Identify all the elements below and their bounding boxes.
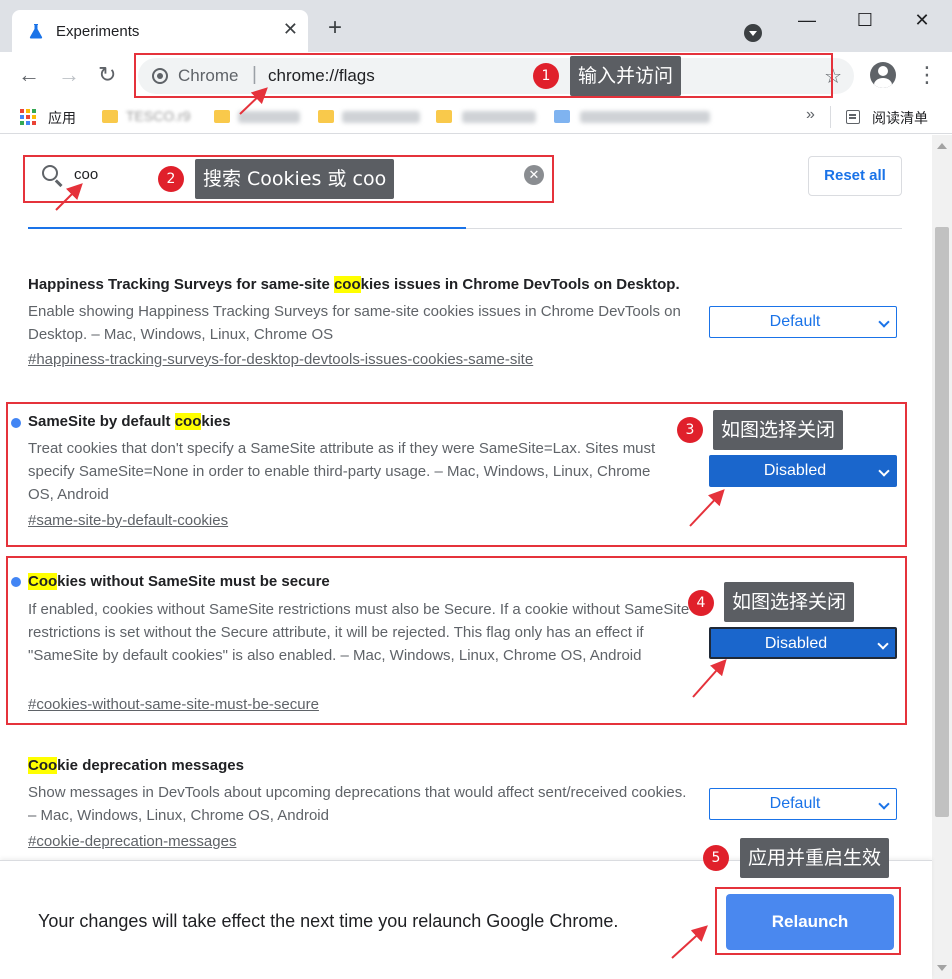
annotation-label: 输入并访问 — [570, 56, 682, 96]
chevron-down-icon — [878, 316, 890, 328]
reading-list-icon[interactable] — [846, 110, 860, 124]
experiment-permalink[interactable]: #cookies-without-same-site-must-be-secur… — [28, 696, 319, 713]
experiment-permalink[interactable]: #cookie-deprecation-messages — [28, 833, 236, 850]
scroll-thumb[interactable] — [935, 227, 949, 817]
search-icon — [42, 165, 58, 181]
annotation-label: 如图选择关闭 — [713, 410, 844, 450]
available-tab-indicator[interactable] — [28, 227, 902, 229]
reset-all-button[interactable]: Reset all — [808, 156, 902, 196]
experiment-description: Enable showing Happiness Tracking Survey… — [28, 303, 681, 343]
experiment-description: Treat cookies that don't specify a SameS… — [28, 440, 656, 503]
chevron-down-icon — [878, 465, 890, 477]
modified-indicator-dot — [11, 418, 21, 428]
bookmark-item-redacted[interactable] — [342, 111, 420, 123]
tab-close-icon[interactable]: ✕ — [283, 20, 298, 38]
annotation-number: 1 — [533, 63, 559, 89]
experiment-title: Cookie deprecation messages — [28, 757, 244, 774]
profile-avatar-icon[interactable] — [870, 62, 896, 88]
tab-experiments[interactable]: Experiments ✕ — [12, 10, 308, 52]
window-close-button[interactable]: ✕ — [907, 8, 937, 32]
bookmark-apps[interactable]: 应用 — [48, 108, 76, 128]
reading-list-label[interactable]: 阅读清单 — [872, 108, 928, 128]
new-tab-button[interactable]: + — [328, 16, 342, 40]
forward-button[interactable]: → — [58, 64, 80, 86]
menu-kebab-icon[interactable]: ⋮ — [916, 64, 938, 86]
bookmark-item-redacted[interactable] — [238, 111, 300, 123]
experiment-permalink[interactable]: #same-site-by-default-cookies — [28, 512, 228, 529]
experiment-permalink[interactable]: #happiness-tracking-surveys-for-desktop-… — [28, 351, 533, 368]
scroll-down-icon[interactable] — [937, 965, 947, 971]
flask-icon — [29, 24, 43, 39]
annotation-number: 2 — [158, 166, 184, 192]
modified-indicator-dot — [11, 577, 21, 587]
chevron-down-icon — [878, 798, 890, 810]
experiment-title: SameSite by default cookies — [28, 413, 231, 430]
omnibox-url[interactable]: chrome://flags — [268, 66, 375, 86]
bookmark-star-icon[interactable]: ☆ — [824, 64, 842, 89]
back-button[interactable]: ← — [18, 64, 40, 86]
experiment-description: Show messages in DevTools about upcoming… — [28, 784, 687, 824]
page-scrollbar[interactable] — [932, 135, 952, 979]
experiment-title: Happiness Tracking Surveys for same-site… — [28, 276, 680, 293]
annotation-label: 搜索 Cookies 或 coo — [195, 159, 395, 199]
reload-button[interactable]: ↻ — [98, 64, 116, 86]
bookmark-item-redacted[interactable] — [580, 111, 710, 123]
annotation-label: 应用并重启生效 — [740, 838, 890, 878]
search-highlight: coo — [174, 413, 202, 430]
folder-icon — [214, 110, 230, 123]
bookmarks-divider — [830, 106, 831, 128]
experiment-state-select[interactable]: Default — [709, 788, 897, 820]
annotation-number: 3 — [677, 417, 703, 443]
annotation-label: 如图选择关闭 — [724, 582, 855, 622]
folder-icon — [102, 110, 118, 123]
annotation-number: 5 — [703, 845, 729, 871]
bookmark-item-redacted[interactable] — [462, 111, 536, 123]
relaunch-button[interactable]: Relaunch — [726, 894, 894, 950]
experiments-list: Happiness Tracking Surveys for same-site… — [0, 215, 932, 860]
bookmarks-bar: 应用 TESCO.r9 » 阅读清单 — [0, 100, 952, 134]
toolbar: ← → ↻ Chrome | chrome://flags ☆ ⋮ — [0, 52, 952, 100]
folder-icon — [318, 110, 334, 123]
experiment-title: Cookies without SameSite must be secure — [28, 573, 330, 590]
annotation-number: 4 — [688, 590, 714, 616]
search-highlight: coo — [333, 276, 361, 293]
search-highlight: Coo — [28, 573, 58, 590]
search-highlight: Coo — [28, 757, 58, 774]
tab-search-icon[interactable] — [744, 24, 762, 42]
scroll-up-icon[interactable] — [937, 143, 947, 149]
minimize-button[interactable]: — — [792, 8, 822, 32]
flags-header: coo ✕ Reset all — [0, 135, 932, 215]
omnibox-separator: | — [252, 64, 257, 85]
folder-icon — [436, 110, 452, 123]
bookmark-item[interactable]: TESCO.r9 — [126, 108, 191, 124]
search-input[interactable]: coo — [74, 166, 98, 183]
tab-strip: Experiments ✕ + — ☐ ✕ — [0, 0, 952, 52]
bookmarks-overflow-icon[interactable]: » — [806, 106, 815, 124]
page-icon — [554, 110, 570, 123]
maximize-button[interactable]: ☐ — [850, 8, 880, 32]
omnibox-site-label: Chrome — [178, 66, 239, 85]
experiment-state-select[interactable]: Disabled — [709, 455, 897, 487]
clear-search-icon[interactable]: ✕ — [524, 165, 544, 185]
apps-grid-icon[interactable] — [20, 109, 36, 125]
tab-title: Experiments — [56, 23, 140, 40]
experiment-state-select[interactable]: Default — [709, 306, 897, 338]
address-bar[interactable]: Chrome | chrome://flags ☆ — [138, 58, 854, 94]
experiment-description: If enabled, cookies without SameSite res… — [28, 601, 690, 664]
experiment-state-select[interactable]: Disabled — [709, 627, 897, 659]
relaunch-message: Your changes will take effect the next t… — [38, 911, 619, 931]
chrome-page-icon — [152, 68, 168, 84]
